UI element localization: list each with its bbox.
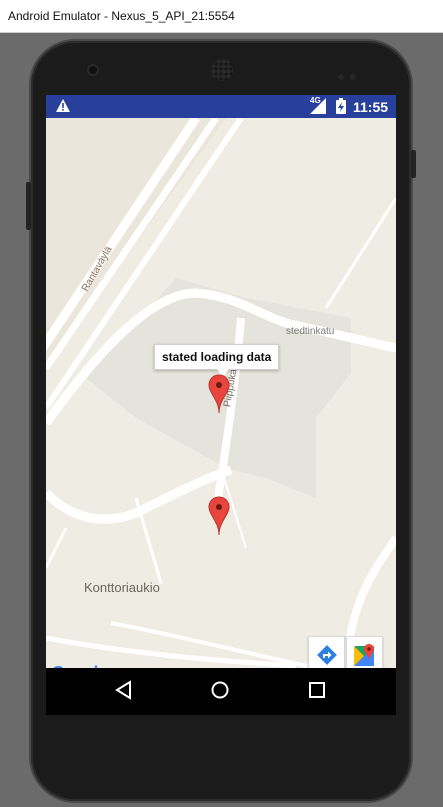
home-icon[interactable] [210,680,230,700]
road-label-stedtinkatu: stedtinkatu [286,326,335,337]
battery-charging-icon [336,98,346,114]
recents-icon[interactable] [307,680,327,700]
sensors [338,67,362,85]
volume-button[interactable] [26,182,31,230]
navigation-bar [46,668,396,715]
back-icon[interactable] [114,680,134,700]
map-marker-icon[interactable] [208,496,230,536]
emulator-titlebar: Android Emulator - Nexus_5_API_21:5554 [0,0,443,33]
front-camera [87,64,99,76]
warning-icon [56,99,70,112]
map-marker-icon[interactable] [208,374,230,414]
status-bar: 4G 11:55 [46,95,396,118]
marker-info-window[interactable]: stated loading data [154,344,280,377]
place-label-konttoriaukio: Konttoriaukio [84,580,160,595]
window-title: Android Emulator - Nexus_5_API_21:5554 [8,9,235,23]
map-view[interactable]: Rantaväylä Piippukatu stedtinkatu Kontto… [46,118,396,691]
network-type: 4G [310,96,321,105]
google-maps-icon [354,644,374,666]
clock: 11:55 [353,99,389,115]
directions-icon [317,645,337,665]
power-button[interactable] [411,150,416,178]
phone-screen: 4G 11:55 Rantaväylä Piippukatu stedtinka… [46,95,396,715]
info-window-text: stated loading data [162,350,272,364]
earpiece-speaker [211,59,233,81]
